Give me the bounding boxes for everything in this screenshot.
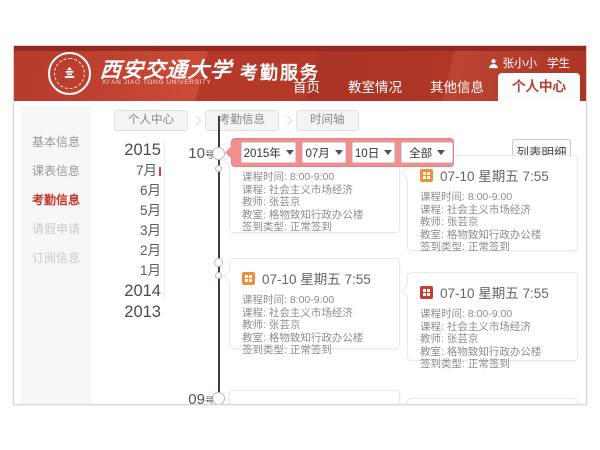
status-orange-icon [242,272,255,285]
card-field: 签到类型: 正常签到 [420,241,565,254]
timeline-node [214,258,223,267]
card-field: 签到类型: 正常签到 [420,358,565,371]
card-header: 07-10 星期五 7:55 [408,273,577,304]
day-marker-09: 09号 [172,391,214,405]
caret-down-icon [384,150,392,155]
sidebar-item-subscription-info[interactable]: 订阅信息 [21,244,91,273]
card-field: 教师: 张芸京 [420,216,565,229]
nav-home[interactable]: 首页 [279,74,334,101]
status-orange-icon [420,169,433,182]
breadcrumb: 个人中心 考勤信息 时间轴 [114,110,359,131]
date-nav-year-2013[interactable]: 2013 [109,302,161,323]
sidebar-item-leave-request[interactable]: 请假申请 [21,215,91,244]
card-field: 课程时间: 8:00-9:00 [420,308,565,321]
pagoda-icon [61,65,78,82]
card-field: 教室: 格物致知行政办公楼 [420,346,565,359]
user-role: 学生 [547,55,570,71]
chevron-right-icon [192,116,202,126]
app-window: 西安交通大学 XI'AN JIAO TONG UNIVERSITY 考勤服务 张… [13,45,587,405]
card-field: 教室: 格物致知行政办公楼 [420,229,565,242]
card-body: 课程时间: 8:00-9:00 课程: 社会主义市场经济 教师: 张芸京 教室:… [230,290,399,365]
university-seal-inner [54,58,85,89]
card-field: 教师: 张芸京 [420,333,565,346]
user-info[interactable]: 张小小 学生 [488,55,571,71]
day-select[interactable]: 10日 [352,142,395,163]
card-field: 课程时间: 8:00-9:00 [242,294,387,307]
card-field: 课程时间: 8:00-9:00 [420,191,565,204]
main-nav: 首页 教室情况 其他信息 个人中心 [279,73,580,101]
month-select[interactable]: 07月 [302,142,345,163]
caret-down-icon [335,150,343,155]
card-header: 07-09 星期四 7:55 [230,391,399,405]
card-field: 课程: 社会主义市场经济 [420,321,565,334]
vertical-divider [164,141,165,299]
status-green-icon [242,404,255,406]
date-nav-year-2015[interactable]: 2015 [109,140,161,161]
current-month-marker [159,167,161,176]
card-field: 签到类型: 正常签到 [242,344,387,357]
day-marker-10: 10号 [172,145,214,162]
card-date-title: 07-09 星期四 7:55 [262,400,371,405]
nav-personal-center[interactable]: 个人中心 [498,73,580,101]
caret-down-icon [437,150,445,155]
attendance-card[interactable]: 07-10 星期五 7:55 课程时间: 8:00-9:00 课程: 社会主义市… [407,272,578,361]
timeline-node [215,165,222,172]
card-header: 07-10 星期五 7:55 [230,259,399,290]
date-nav-month-march[interactable]: 3月 [109,221,161,241]
card-field: 签到类型: 正常签到 [242,221,387,234]
filter-bar: 2015年 07月 10日 全部 [231,138,454,167]
nav-other-info[interactable]: 其他信息 [416,74,498,101]
sidebar: 基本信息 课表信息 考勤信息 请假申请 订阅信息 [21,106,91,405]
date-nav-month-may[interactable]: 5月 [109,201,161,221]
card-date-title: 07-10 星期五 7:55 [262,268,371,288]
card-field: 课程时间: 8:00-9:00 [242,171,387,184]
card-field: 教师: 张芸京 [242,196,387,209]
sidebar-item-basic-info[interactable]: 基本信息 [21,128,91,157]
date-nav-year-2014[interactable]: 2014 [109,281,161,302]
user-name: 张小小 [503,55,538,71]
date-nav-month-july[interactable]: 7月 [109,161,161,181]
attendance-card[interactable]: 07-10 星期五 7:55 课程时间: 8:00-9:00 课程: 社会主义市… [407,155,578,251]
card-field: 教师: 张芸京 [242,319,387,332]
date-nav-month-february[interactable]: 2月 [109,241,161,261]
attendance-card[interactable]: 07-10 星期五 7:55 课程时间: 8:00-9:00 课程: 社会主义市… [229,258,400,349]
timeline-node [215,272,222,279]
card-field: 教室: 格物致知行政办公楼 [242,209,387,222]
card-field: 课程: 社会主义市场经济 [420,204,565,217]
attendance-card[interactable]: 07-09 星期四 7:55 [229,390,400,405]
card-body: 课程时间: 8:00-9:00 课程: 社会主义市场经济 教师: 张芸京 教室:… [408,187,577,262]
card-date-title: 07-10 星期五 7:55 [440,165,549,185]
chevron-right-icon [283,116,293,126]
date-nav-month-january[interactable]: 1月 [109,261,161,281]
header-banner: 西安交通大学 XI'AN JIAO TONG UNIVERSITY 考勤服务 张… [14,46,587,101]
university-seal-logo [48,52,91,95]
card-body: 课程时间: 8:00-9:00 课程: 社会主义市场经济 教师: 张芸京 教室:… [408,304,577,379]
card-field: 课程: 社会主义市场经济 [242,184,387,197]
nav-classrooms[interactable]: 教室情况 [334,74,416,101]
university-name-en: XI'AN JIAO TONG UNIVERSITY [102,79,211,86]
card-date-title: 07-10 星期五 7:55 [440,282,549,302]
caret-down-icon [286,150,294,155]
user-icon [488,58,499,69]
attendance-card[interactable] [407,398,578,405]
year-select[interactable]: 2015年 [241,142,296,163]
status-red-icon [420,286,433,299]
date-nav: 2015 7月 6月 5月 3月 2月 1月 2014 2013 [109,140,161,323]
card-field: 教室: 格物致知行政办公楼 [242,332,387,345]
sidebar-item-schedule-info[interactable]: 课表信息 [21,157,91,186]
breadcrumb-timeline[interactable]: 时间轴 [296,110,359,131]
card-field: 课程: 社会主义市场经济 [242,307,387,320]
type-select[interactable]: 全部 [401,142,453,163]
breadcrumb-attendance-info[interactable]: 考勤信息 [205,110,279,131]
date-nav-month-june[interactable]: 6月 [109,181,161,201]
breadcrumb-personal-center[interactable]: 个人中心 [114,110,188,131]
sidebar-item-attendance-info[interactable]: 考勤信息 [21,186,91,215]
